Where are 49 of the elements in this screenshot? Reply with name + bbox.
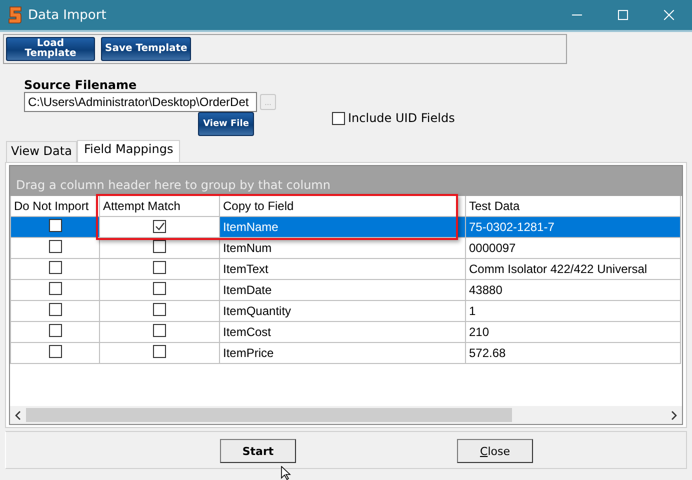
checkbox[interactable] xyxy=(153,240,166,253)
table-cell: 0000097 xyxy=(466,238,680,258)
table-cell: ItemName xyxy=(220,216,466,238)
scroll-right-icon[interactable] xyxy=(671,410,677,420)
checkbox[interactable] xyxy=(48,303,62,316)
filename-field[interactable]: C:\Users\Administrator\Desktop\OrderDet xyxy=(24,92,257,112)
checkbox-label: Include UID Fields xyxy=(348,111,455,125)
group-by-hint: Drag a column header here to group by that column xyxy=(10,166,682,196)
template-button[interactable]: Save Template xyxy=(101,37,192,61)
close-icon[interactable] xyxy=(664,10,674,20)
checkbox[interactable] xyxy=(48,324,62,337)
checkbox[interactable] xyxy=(153,282,166,295)
checkbox[interactable] xyxy=(332,112,345,124)
table-cell: 210 xyxy=(466,322,680,342)
table-cell: ItemDate xyxy=(220,280,466,300)
view-file-button[interactable]: View File xyxy=(198,112,254,136)
table-cell: ItemText xyxy=(220,258,466,280)
tab[interactable]: View Data xyxy=(6,141,77,162)
checkbox[interactable] xyxy=(48,261,62,274)
checkbox[interactable] xyxy=(153,345,166,358)
table-cell: 75-0302-1281-7 xyxy=(466,216,680,238)
checkbox[interactable] xyxy=(48,240,62,253)
table-cell: 1 xyxy=(466,300,680,322)
table-cell: Comm Isolator 422/422 Universal xyxy=(466,258,680,280)
field-label: Source Filename xyxy=(24,78,138,92)
dialog-button[interactable]: Close xyxy=(457,439,533,463)
table-cell: ItemPrice xyxy=(220,342,466,364)
checkbox[interactable] xyxy=(153,220,166,233)
tab[interactable]: Field Mappings xyxy=(76,140,180,162)
window-title: Data Import xyxy=(28,8,108,22)
app-logo-icon xyxy=(8,6,22,24)
dialog-button[interactable]: Start xyxy=(220,439,296,463)
template-button[interactable]: Load Template xyxy=(6,37,95,61)
checkbox[interactable] xyxy=(48,219,62,232)
horizontal-scrollbar[interactable] xyxy=(10,406,682,424)
scroll-thumb[interactable] xyxy=(26,408,512,422)
checkbox[interactable] xyxy=(153,261,166,274)
mouse-pointer-icon xyxy=(281,466,291,480)
table-cell: 572.68 xyxy=(466,342,680,364)
table-cell: 43880 xyxy=(466,280,680,300)
table-cell: ItemNum xyxy=(220,238,466,258)
scroll-left-icon[interactable] xyxy=(15,410,21,420)
checkbox[interactable] xyxy=(48,345,62,358)
table-cell: ItemQuantity xyxy=(220,300,466,322)
checkbox[interactable] xyxy=(153,303,166,316)
checkbox[interactable] xyxy=(153,324,166,337)
maximize-icon[interactable] xyxy=(618,10,628,20)
table-cell: ItemCost xyxy=(220,322,466,342)
checkbox[interactable] xyxy=(48,282,62,295)
